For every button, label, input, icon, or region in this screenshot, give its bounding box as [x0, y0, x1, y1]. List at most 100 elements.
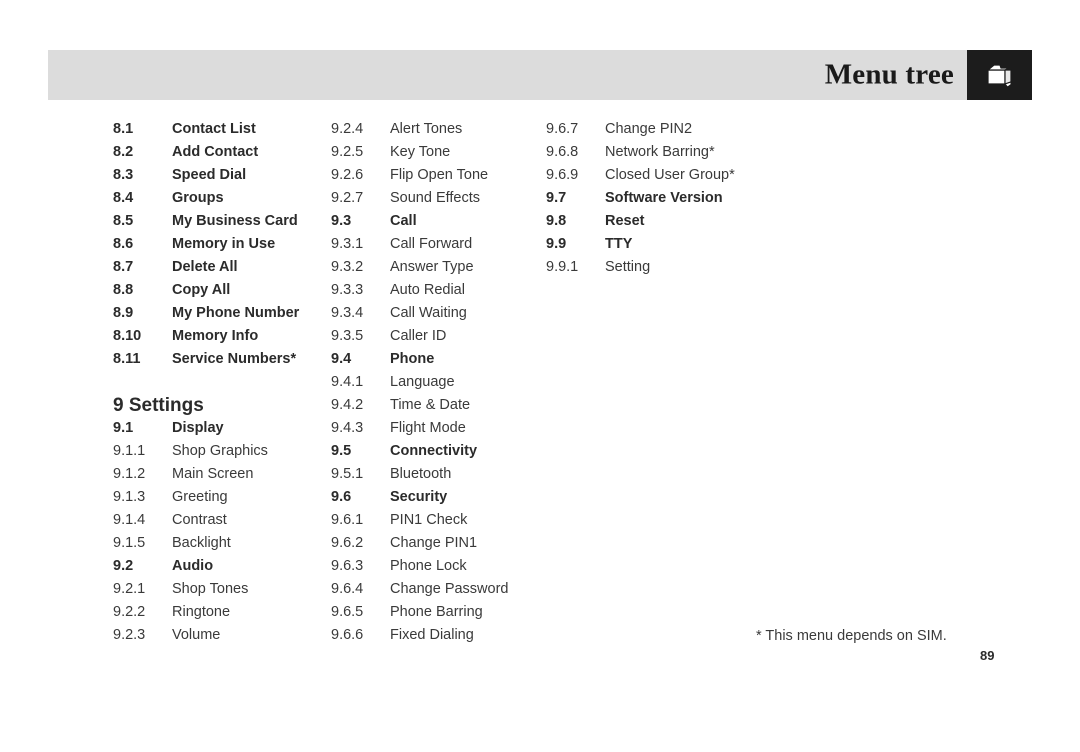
- menu-entry: 8.11 Service Numbers*: [113, 348, 328, 371]
- menu-entry: 8.1 Contact List: [113, 118, 328, 141]
- menu-entry: 9.4.2 Time & Date: [331, 394, 541, 417]
- menu-entry: 8.3 Speed Dial: [113, 164, 328, 187]
- menu-entry: 9.3.3 Auto Redial: [331, 279, 541, 302]
- menu-entry-number: 9.2.3: [113, 627, 146, 643]
- menu-entry: 9.6.5 Phone Barring: [331, 601, 541, 624]
- menu-entry-number: 9.6: [331, 489, 352, 505]
- menu-entry-number: 8.7: [113, 259, 134, 275]
- menu-entry-label: Auto Redial: [390, 282, 465, 298]
- menu-entry: 9.6.2 Change PIN1: [331, 532, 541, 555]
- menu-entry-label: Caller ID: [390, 328, 447, 344]
- menu-entry: 8.6 Memory in Use: [113, 233, 328, 256]
- menu-entry-label: Shop Tones: [172, 581, 249, 597]
- menu-entry: 9.4.1 Language: [331, 371, 541, 394]
- menu-entry-label: Time & Date: [390, 397, 471, 413]
- menu-entry-number: 9.1.4: [113, 512, 146, 528]
- menu-entry-label: My Business Card: [172, 213, 298, 229]
- menu-entry-label: Main Screen: [172, 466, 254, 482]
- menu-entry: 8.7 Delete All: [113, 256, 328, 279]
- menu-entry-label: Change PIN2: [605, 121, 693, 137]
- menu-entry-label: PIN1 Check: [390, 512, 468, 528]
- menu-entry-number: 9.2.6: [331, 167, 364, 183]
- menu-entry-number: 9.8: [546, 213, 567, 229]
- menu-entry: 8.2 Add Contact: [113, 141, 328, 164]
- menu-entry-label: Greeting: [172, 489, 228, 505]
- page-number: 89: [980, 648, 995, 663]
- menu-entry-number: 9.1.1: [113, 443, 146, 459]
- menu-entry-label: Display: [172, 420, 224, 436]
- menu-entry-number: 8.6: [113, 236, 134, 252]
- menu-entry-label: Change PIN1: [390, 535, 478, 551]
- page-title: Menu tree: [824, 58, 954, 91]
- menu-entry: 9.6.7 Change PIN2: [546, 118, 776, 141]
- menu-entry: 9.3 Call: [331, 210, 541, 233]
- menu-entry: 9.4.3 Flight Mode: [331, 417, 541, 440]
- menu-entry: 9.5 Connectivity: [331, 440, 541, 463]
- menu-entry-label: Volume: [172, 627, 221, 643]
- menu-column-2: 9.2.4 Alert Tones 9.2.5 Key Tone 9.2.6 Flip O…: [331, 118, 541, 647]
- menu-entry-number: 9.9: [546, 236, 567, 252]
- menu-entry-number: 8.11: [113, 351, 141, 367]
- menu-entry: 9.9.1 Setting: [546, 256, 776, 279]
- menu-entry: 9.1.2 Main Screen: [113, 463, 328, 486]
- menu-entry: 8.4 Groups: [113, 187, 328, 210]
- menu-entry: 9.3.1 Call Forward: [331, 233, 541, 256]
- menu-entry: 9.1 Display: [113, 417, 328, 440]
- menu-entry-label: Flip Open Tone: [390, 167, 489, 183]
- menu-entry-number: 9.2: [113, 558, 134, 574]
- menu-entry-label: Memory in Use: [172, 236, 276, 252]
- menu-entry-number: 8.4: [113, 190, 134, 206]
- menu-entry-label: Sound Effects: [390, 190, 481, 206]
- menu-entry: 9.6.8 Network Barring*: [546, 141, 776, 164]
- menu-entry-number: 9.3.1: [331, 236, 364, 252]
- menu-entry-label: Phone Lock: [390, 558, 467, 574]
- menu-entry-label: Copy All: [172, 282, 231, 298]
- menu-entry-label: Reset: [605, 213, 645, 229]
- menu-entry: 9.2.6 Flip Open Tone: [331, 164, 541, 187]
- menu-entry: 9.6.1 PIN1 Check: [331, 509, 541, 532]
- section-heading: 9 Settings: [113, 395, 204, 416]
- menu-entry: 8.5 My Business Card: [113, 210, 328, 233]
- menu-entry-number: 9.6.2: [331, 535, 364, 551]
- menu-entry-number: 9.4.2: [331, 397, 364, 413]
- menu-entry: 9.2.4 Alert Tones: [331, 118, 541, 141]
- menu-entry-label: Change Password: [390, 581, 509, 597]
- menu-entry: 8.9 My Phone Number: [113, 302, 328, 325]
- menu-entry-label: Call: [390, 213, 417, 229]
- menu-entry-label: Software Version: [605, 190, 723, 206]
- menu-entry-label: Language: [390, 374, 455, 390]
- menu-entry-number: 9.6.9: [546, 167, 579, 183]
- menu-entry-number: 9.4.1: [331, 374, 364, 390]
- menu-entry: 9.2 Audio: [113, 555, 328, 578]
- menu-entry-number: 9.4.3: [331, 420, 364, 436]
- menu-entry: 9.1.5 Backlight: [113, 532, 328, 555]
- footnote: * This menu depends on SIM.: [756, 628, 947, 644]
- menu-entry-number: 9.2.1: [113, 581, 146, 597]
- menu-entry-number: 8.10: [113, 328, 142, 344]
- menu-entry-number: 9.2.7: [331, 190, 364, 206]
- menu-entry-label: Phone Barring: [390, 604, 483, 620]
- menu-entry-number: 9.6.5: [331, 604, 364, 620]
- menu-entry: 9.5.1 Bluetooth: [331, 463, 541, 486]
- page-header: Menu tree: [48, 50, 1032, 100]
- menu-entry-label: Groups: [172, 190, 224, 206]
- menu-entry-label: Phone: [390, 351, 435, 367]
- menu-entry-label: Audio: [172, 558, 214, 574]
- menu-entry: 9.6.3 Phone Lock: [331, 555, 541, 578]
- menu-entry: 9.2.3 Volume: [113, 624, 328, 647]
- menu-entry: 9.3.5 Caller ID: [331, 325, 541, 348]
- menu-entry-number: 8.5: [113, 213, 134, 229]
- menu-entry-number: 9.2.5: [331, 144, 364, 160]
- menu-entry: 9.2.2 Ringtone: [113, 601, 328, 624]
- menu-entry: 9.9 TTY: [546, 233, 776, 256]
- menu-entry: 9.7 Software Version: [546, 187, 776, 210]
- menu-entry-number: 9.6.3: [331, 558, 364, 574]
- menu-entry-label: Call Forward: [390, 236, 473, 252]
- menu-entry-label: Service Numbers*: [172, 351, 297, 367]
- menu-entry-label: TTY: [605, 236, 633, 252]
- menu-entry-label: Fixed Dialing: [390, 627, 474, 643]
- menu-entry: 9.4 Phone: [331, 348, 541, 371]
- menu-entry-number: 9.5.1: [331, 466, 364, 482]
- menu-entry-number: 9.6.8: [546, 144, 579, 160]
- menu-entry-label: Backlight: [172, 535, 231, 551]
